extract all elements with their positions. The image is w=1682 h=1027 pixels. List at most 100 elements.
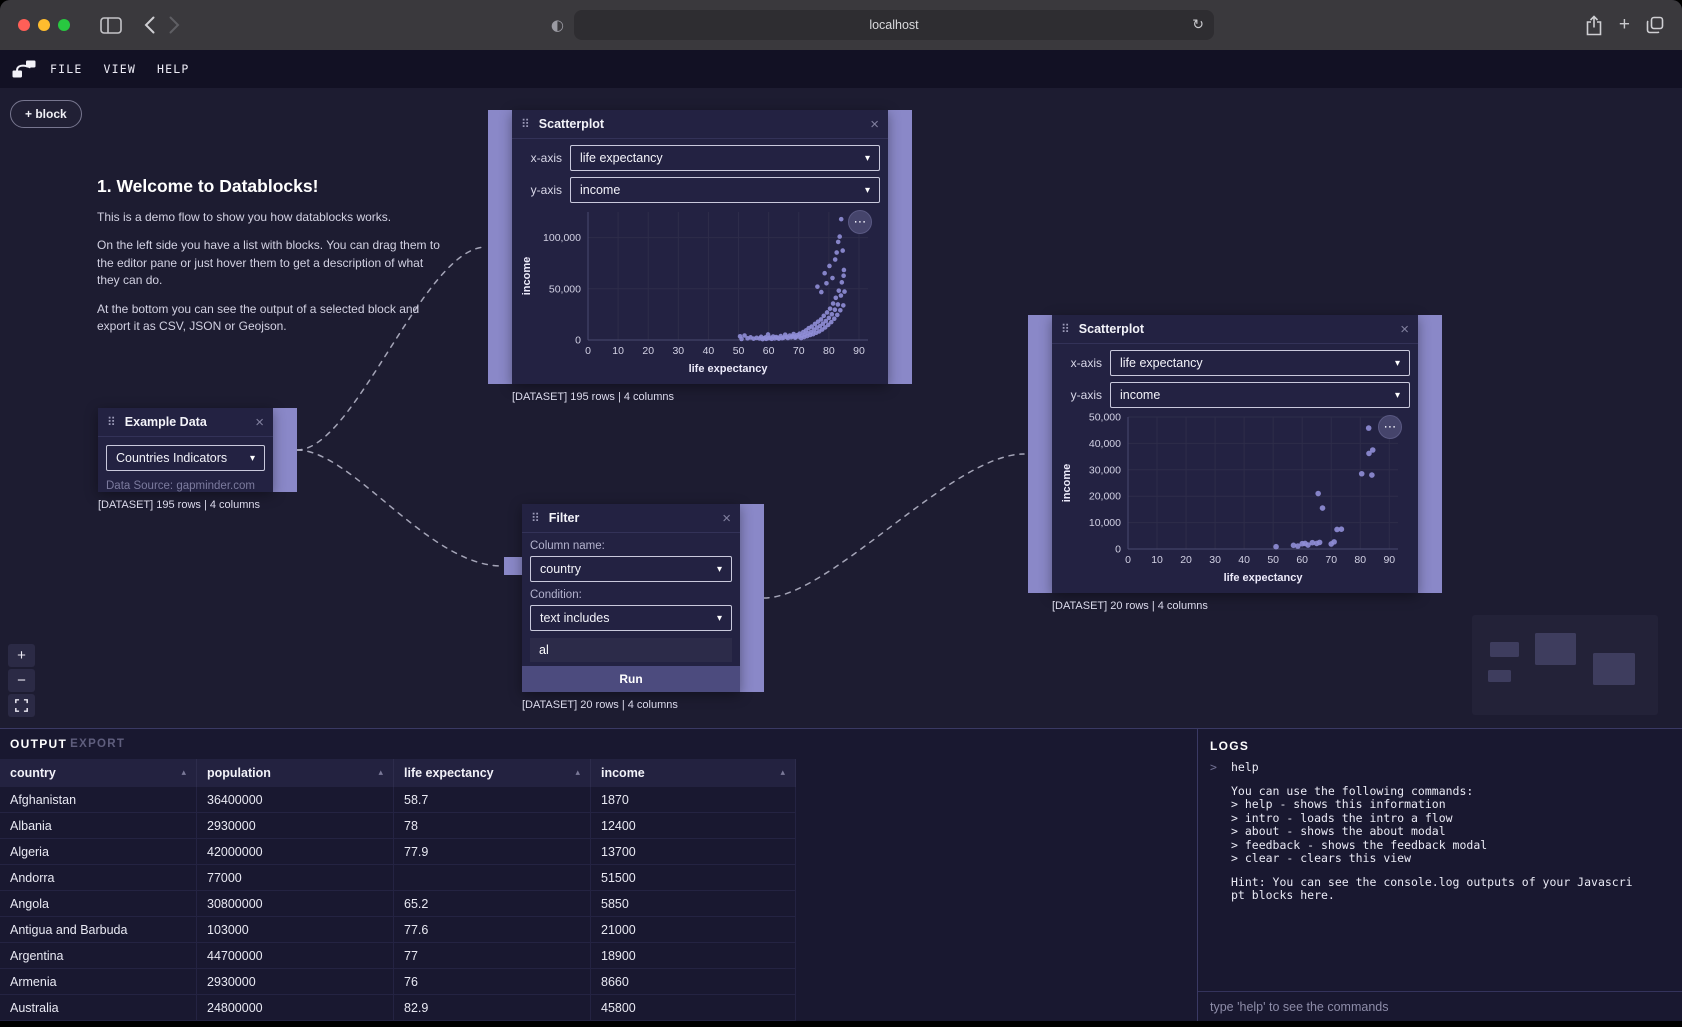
minimize-window-button[interactable] <box>38 19 50 31</box>
minimap-node-rect <box>1535 633 1576 665</box>
sidebar-toggle-button[interactable] <box>100 17 122 34</box>
minimap[interactable] <box>1472 615 1658 715</box>
privacy-shield-icon[interactable]: ◐ <box>551 18 564 33</box>
table-cell: Angola <box>0 891 197 916</box>
menu-file[interactable]: FILE <box>50 62 83 76</box>
table-cell: 44700000 <box>197 943 394 968</box>
logs-command-input[interactable] <box>1198 992 1682 1021</box>
svg-text:30: 30 <box>1209 554 1221 566</box>
table-cell: 2930000 <box>197 813 394 838</box>
y-axis-select[interactable]: income ▾ <box>1110 382 1410 408</box>
table-row[interactable]: Angola3080000065.25850 <box>0 891 796 917</box>
column-header-life-expectancy[interactable]: life expectancy ▴ <box>394 759 591 787</box>
output-handle[interactable] <box>273 408 297 492</box>
log-line: > feedback - shows the feedback modal <box>1231 839 1672 853</box>
close-window-button[interactable] <box>18 19 30 31</box>
table-row[interactable]: Argentina447000007718900 <box>0 943 796 969</box>
fit-view-button[interactable] <box>8 694 35 717</box>
table-cell: 82.9 <box>394 995 591 1020</box>
input-handle[interactable] <box>1028 315 1052 593</box>
x-axis-select[interactable]: life expectancy ▾ <box>570 145 880 171</box>
table-cell: 76 <box>394 969 591 994</box>
output-handle[interactable] <box>740 504 764 692</box>
dataset-select[interactable]: Countries Indicators ▾ <box>106 445 265 471</box>
forward-button[interactable] <box>169 16 180 34</box>
example-data-node[interactable]: ⠿ Example Data × Countries Indicators ▾ … <box>98 408 297 492</box>
log-line: Hint: You can see the console.log output… <box>1231 876 1672 890</box>
output-handle[interactable] <box>1418 315 1442 593</box>
logs-hint: Hint: You can see the console.log output… <box>1231 876 1672 903</box>
node-header[interactable]: ⠿ Scatterplot × <box>512 110 888 139</box>
log-line: > help - shows this information <box>1231 798 1672 812</box>
log-line: > about - shows the about modal <box>1231 825 1672 839</box>
table-row[interactable]: Algeria4200000077.913700 <box>0 839 796 865</box>
table-cell: 36400000 <box>197 787 394 812</box>
table-cell: 45800 <box>591 995 796 1020</box>
svg-text:80: 80 <box>823 345 835 357</box>
node-header[interactable]: ⠿ Example Data × <box>98 408 273 437</box>
close-icon[interactable]: × <box>1400 322 1409 337</box>
table-row[interactable]: Antigua and Barbuda10300077.621000 <box>0 917 796 943</box>
tab-export[interactable]: EXPORT <box>70 738 125 750</box>
drag-handle-icon[interactable]: ⠿ <box>531 512 540 524</box>
svg-text:30: 30 <box>672 345 684 357</box>
drag-handle-icon[interactable]: ⠿ <box>1061 323 1070 335</box>
column-header-income[interactable]: income ▴ <box>591 759 796 787</box>
add-block-button[interactable]: + block <box>10 100 82 128</box>
x-axis-select[interactable]: life expectancy ▾ <box>1110 350 1410 376</box>
reload-icon[interactable]: ↻ <box>1192 17 1204 33</box>
run-button[interactable]: Run <box>522 666 740 692</box>
column-select-value: country <box>540 562 581 576</box>
new-tab-button[interactable]: + <box>1619 14 1630 36</box>
table-cell: 103000 <box>197 917 394 942</box>
close-icon[interactable]: × <box>255 415 264 430</box>
close-icon[interactable]: × <box>870 117 879 132</box>
input-handle[interactable] <box>504 557 522 575</box>
column-select[interactable]: country ▾ <box>530 556 732 582</box>
column-header-country[interactable]: country ▴ <box>0 759 197 787</box>
input-handle[interactable] <box>488 110 512 384</box>
scatterplot-node-2[interactable]: ⠿ Scatterplot × x-axis life expectancy ▾… <box>1028 315 1442 593</box>
scatterplot-node-1[interactable]: ⠿ Scatterplot × x-axis life expectancy ▾… <box>488 110 912 384</box>
datablocks-logo[interactable] <box>12 60 36 78</box>
node-header[interactable]: ⠿ Filter × <box>522 504 740 533</box>
menu-view[interactable]: VIEW <box>104 62 137 76</box>
node-header[interactable]: ⠿ Scatterplot × <box>1052 315 1418 344</box>
scatter-chart: 0102030405060708090010,00020,00030,00040… <box>1060 407 1410 585</box>
tab-overview-button[interactable] <box>1646 16 1664 34</box>
share-button[interactable] <box>1585 15 1603 36</box>
filter-query-input[interactable] <box>530 638 732 662</box>
close-icon[interactable]: × <box>722 511 731 526</box>
drag-handle-icon[interactable]: ⠿ <box>107 416 116 428</box>
chevron-down-icon: ▾ <box>717 613 722 624</box>
browser-chrome: ◐ localhost ↻ + <box>0 0 1682 51</box>
filter-node[interactable]: ⠿ Filter × Column name: country ▾ Condit… <box>522 504 764 692</box>
chart-menu-button[interactable]: ⋯ <box>1378 415 1402 439</box>
table-row[interactable]: Australia2480000082.945800 <box>0 995 796 1021</box>
flow-canvas[interactable]: + block 1. Welcome to Datablocks! This i… <box>0 88 1682 728</box>
zoom-out-button[interactable]: − <box>8 669 35 692</box>
svg-text:income: income <box>1061 464 1073 503</box>
chart-menu-button[interactable]: ⋯ <box>848 210 872 234</box>
menu-help[interactable]: HELP <box>157 62 190 76</box>
zoom-window-button[interactable] <box>58 19 70 31</box>
column-header-population[interactable]: population ▴ <box>197 759 394 787</box>
y-axis-select[interactable]: income ▾ <box>570 177 880 203</box>
svg-text:30,000: 30,000 <box>1089 464 1121 476</box>
table-row[interactable]: Albania29300007812400 <box>0 813 796 839</box>
back-button[interactable] <box>144 16 155 34</box>
condition-select[interactable]: text includes ▾ <box>530 605 732 631</box>
table-row[interactable]: Andorra7700051500 <box>0 865 796 891</box>
table-cell: 8660 <box>591 969 796 994</box>
output-handle[interactable] <box>888 110 912 384</box>
svg-text:80: 80 <box>1354 554 1366 566</box>
address-bar[interactable]: localhost ↻ <box>574 10 1214 40</box>
tab-output[interactable]: OUTPUT <box>10 737 67 751</box>
zoom-in-button[interactable]: + <box>8 644 35 667</box>
drag-handle-icon[interactable]: ⠿ <box>521 118 530 130</box>
table-row[interactable]: Armenia2930000768660 <box>0 969 796 995</box>
table-row[interactable]: Afghanistan3640000058.71870 <box>0 787 796 813</box>
chevron-down-icon: ▾ <box>865 153 870 164</box>
dataset-caption: [DATASET] 20 rows | 4 columns <box>522 699 678 711</box>
chevron-down-icon: ▾ <box>250 453 255 464</box>
